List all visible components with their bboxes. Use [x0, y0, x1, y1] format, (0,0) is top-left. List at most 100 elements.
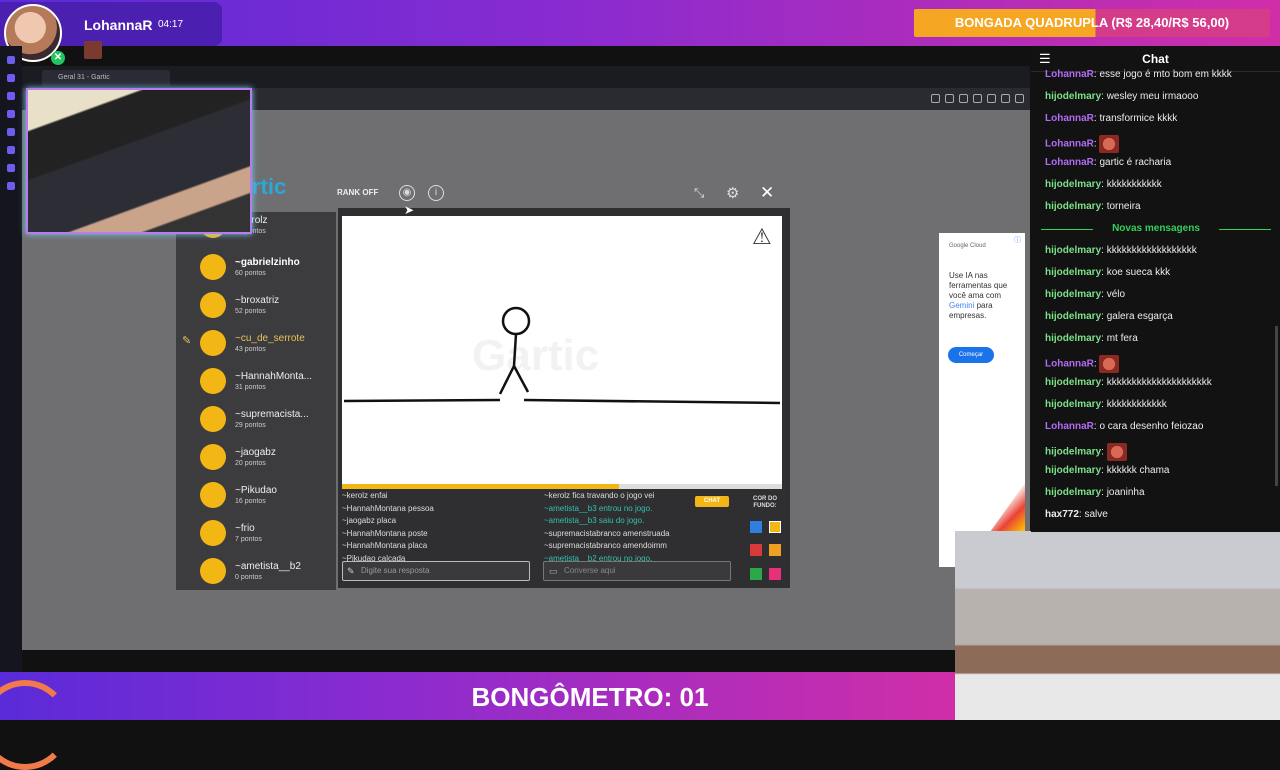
download-icon[interactable]	[1001, 94, 1010, 103]
player-points: 16 pontos	[235, 498, 266, 505]
close-icon[interactable]: ✕	[760, 183, 774, 203]
extension-icon[interactable]	[931, 94, 940, 103]
eye-icon[interactable]: ◉	[399, 185, 415, 201]
chat-username[interactable]: LohannaR	[1045, 113, 1094, 124]
rank-toggle[interactable]: RANK OFF	[337, 188, 378, 197]
chat-message: hijodelmary: kkkkkkkkkkkk	[1045, 399, 1167, 410]
chat-text: wesley meu irmaooo	[1106, 91, 1199, 102]
chat-input[interactable]: ▭ Converse aqui	[543, 561, 731, 581]
answer-line: ~kerolz enfai	[342, 491, 388, 500]
rail-game-icon[interactable]	[7, 92, 15, 100]
left-rail	[0, 46, 22, 672]
chat-username[interactable]: hijodelmary	[1045, 399, 1101, 410]
chat-username[interactable]: hijodelmary	[1045, 333, 1101, 344]
webcam-feed-primary	[26, 88, 252, 234]
info-icon[interactable]: i	[428, 185, 444, 201]
chat-message: hijodelmary: mt fera	[1045, 333, 1138, 344]
chat-message: hijodelmary: kkkkkk chama	[1045, 465, 1170, 476]
player-list: ~kerolz 76 pontos ~gabrielzinho 60 ponto…	[176, 212, 336, 590]
color-swatch-yellow[interactable]	[769, 521, 781, 533]
chat-username[interactable]: LohannaR	[1045, 139, 1094, 150]
rail-store-icon[interactable]	[7, 164, 15, 172]
heart-icon[interactable]	[987, 94, 996, 103]
answer-line: ~HannahMontana pessoa	[342, 503, 434, 513]
chat-username[interactable]: hax772	[1045, 509, 1079, 520]
color-swatch-orange[interactable]	[769, 544, 781, 556]
new-messages-divider: Novas mensagens	[1041, 223, 1271, 235]
game-board: Gartic ⚠ ~kerolz enfai ~HannahMontana pe…	[338, 208, 790, 588]
player-item: ~ametista__b2 0 pontos	[176, 552, 336, 590]
chat-username[interactable]: hijodelmary	[1045, 377, 1101, 388]
player-avatar	[200, 254, 226, 280]
chat-username[interactable]: hijodelmary	[1045, 201, 1101, 212]
rail-whatsapp-icon[interactable]	[7, 146, 15, 154]
chat-username[interactable]: hijodelmary	[1045, 447, 1101, 458]
chat-emote-icon	[1099, 355, 1120, 373]
chat-line-system: ~ametista__b3 saiu do jogo.	[544, 516, 645, 525]
chat-username[interactable]: LohannaR	[1045, 69, 1094, 80]
menu-icon[interactable]	[1015, 94, 1024, 103]
gear-icon[interactable]: ⚙	[726, 184, 739, 202]
chat-username[interactable]: LohannaR	[1045, 421, 1094, 432]
gartic-logo: rtic	[252, 174, 287, 199]
chat-message: hijodelmary: koe sueca kkk	[1045, 267, 1171, 278]
answer-line: ~jaogabz placa	[342, 516, 397, 525]
chat-username[interactable]: hijodelmary	[1045, 465, 1101, 476]
chat-emote-icon	[1106, 443, 1127, 461]
round-timer-fill	[342, 484, 620, 489]
expand-icon[interactable]: ⤡	[694, 185, 704, 201]
rail-messenger-icon[interactable]	[7, 128, 15, 136]
ad-brand: Google Cloud	[949, 243, 986, 249]
pencil-icon: ✎	[347, 566, 355, 576]
ad-text: Use IA nas ferramentas que você ama com …	[949, 271, 1021, 321]
chat-username[interactable]: hijodelmary	[1045, 267, 1101, 278]
advertisement[interactable]: ⓘ Google Cloud Use IA nas ferramentas qu…	[939, 233, 1025, 567]
rank-state: OFF	[362, 188, 379, 197]
chat-scrollbar[interactable]	[1275, 326, 1278, 486]
rail-video-icon[interactable]	[7, 110, 15, 118]
background-color-label: COR DO FUNDO:	[753, 496, 777, 509]
chat-tab-button[interactable]: CHAT	[695, 496, 729, 507]
chat-text: salve	[1084, 509, 1108, 520]
chat-message: hijodelmary: kkkkkkkkkkkkkkkkkkkkk	[1045, 377, 1212, 388]
player-item: ~supremacista... 29 pontos	[176, 400, 336, 438]
ad-info-icon[interactable]: ⓘ	[1014, 235, 1021, 245]
player-item: ~broxatriz 52 pontos	[176, 286, 336, 324]
rail-settings-icon[interactable]	[7, 182, 15, 190]
chat-username[interactable]: hijodelmary	[1045, 289, 1101, 300]
chat-username[interactable]: hijodelmary	[1045, 179, 1101, 190]
answer-line: ~HannahMontana placa	[342, 541, 428, 550]
color-swatch-blue[interactable]	[750, 521, 762, 533]
chat-username[interactable]: hijodelmary	[1045, 91, 1101, 102]
ad-cta-button[interactable]: Começar	[948, 347, 994, 363]
chat-text: kkkkkkkkkkkkkkkkkk	[1106, 245, 1197, 256]
answer-input[interactable]: ✎ Digite sua resposta	[342, 561, 530, 581]
chat-message: hijodelmary: joaninha	[1045, 487, 1145, 498]
color-swatch-green[interactable]	[750, 568, 762, 580]
rail-chat-icon[interactable]	[7, 74, 15, 82]
chat-username[interactable]: LohannaR	[1045, 157, 1094, 168]
report-warning-icon[interactable]: ⚠	[752, 224, 772, 250]
chat-username[interactable]: hijodelmary	[1045, 487, 1101, 498]
toolbar-icons	[931, 94, 1024, 103]
bookmark-icon[interactable]	[945, 94, 954, 103]
chat-message: LohannaR: o cara desenho feiozao	[1045, 421, 1204, 432]
chat-message: hijodelmary: kkkkkkkkkkkkkkkkkk	[1045, 245, 1197, 256]
color-swatch-pink[interactable]	[769, 568, 781, 580]
shield-icon[interactable]	[959, 94, 968, 103]
color-swatch-red[interactable]	[750, 544, 762, 556]
player-item: ~jaogabz 20 pontos	[176, 438, 336, 476]
chat-text: esse jogo é mto bom em kkkk	[1099, 69, 1232, 80]
browser-tab[interactable]: Geral 31 - Gartic	[42, 70, 170, 86]
chat-line: ~supremacistabranco amendoimm	[544, 541, 667, 550]
chat-username[interactable]: hijodelmary	[1045, 245, 1101, 256]
chat-username[interactable]: hijodelmary	[1045, 311, 1101, 322]
player-avatar	[200, 292, 226, 318]
answer-line: ~HannahMontana poste	[342, 528, 428, 538]
play-icon[interactable]	[973, 94, 982, 103]
chat-message: LohannaR:	[1045, 355, 1275, 373]
rail-home-icon[interactable]	[7, 56, 15, 64]
chat-username[interactable]: LohannaR	[1045, 359, 1094, 370]
drawing-canvas[interactable]: Gartic ⚠	[342, 216, 782, 486]
player-item-drawing: ✎ ~cu_de_serrote 43 pontos	[176, 324, 336, 362]
